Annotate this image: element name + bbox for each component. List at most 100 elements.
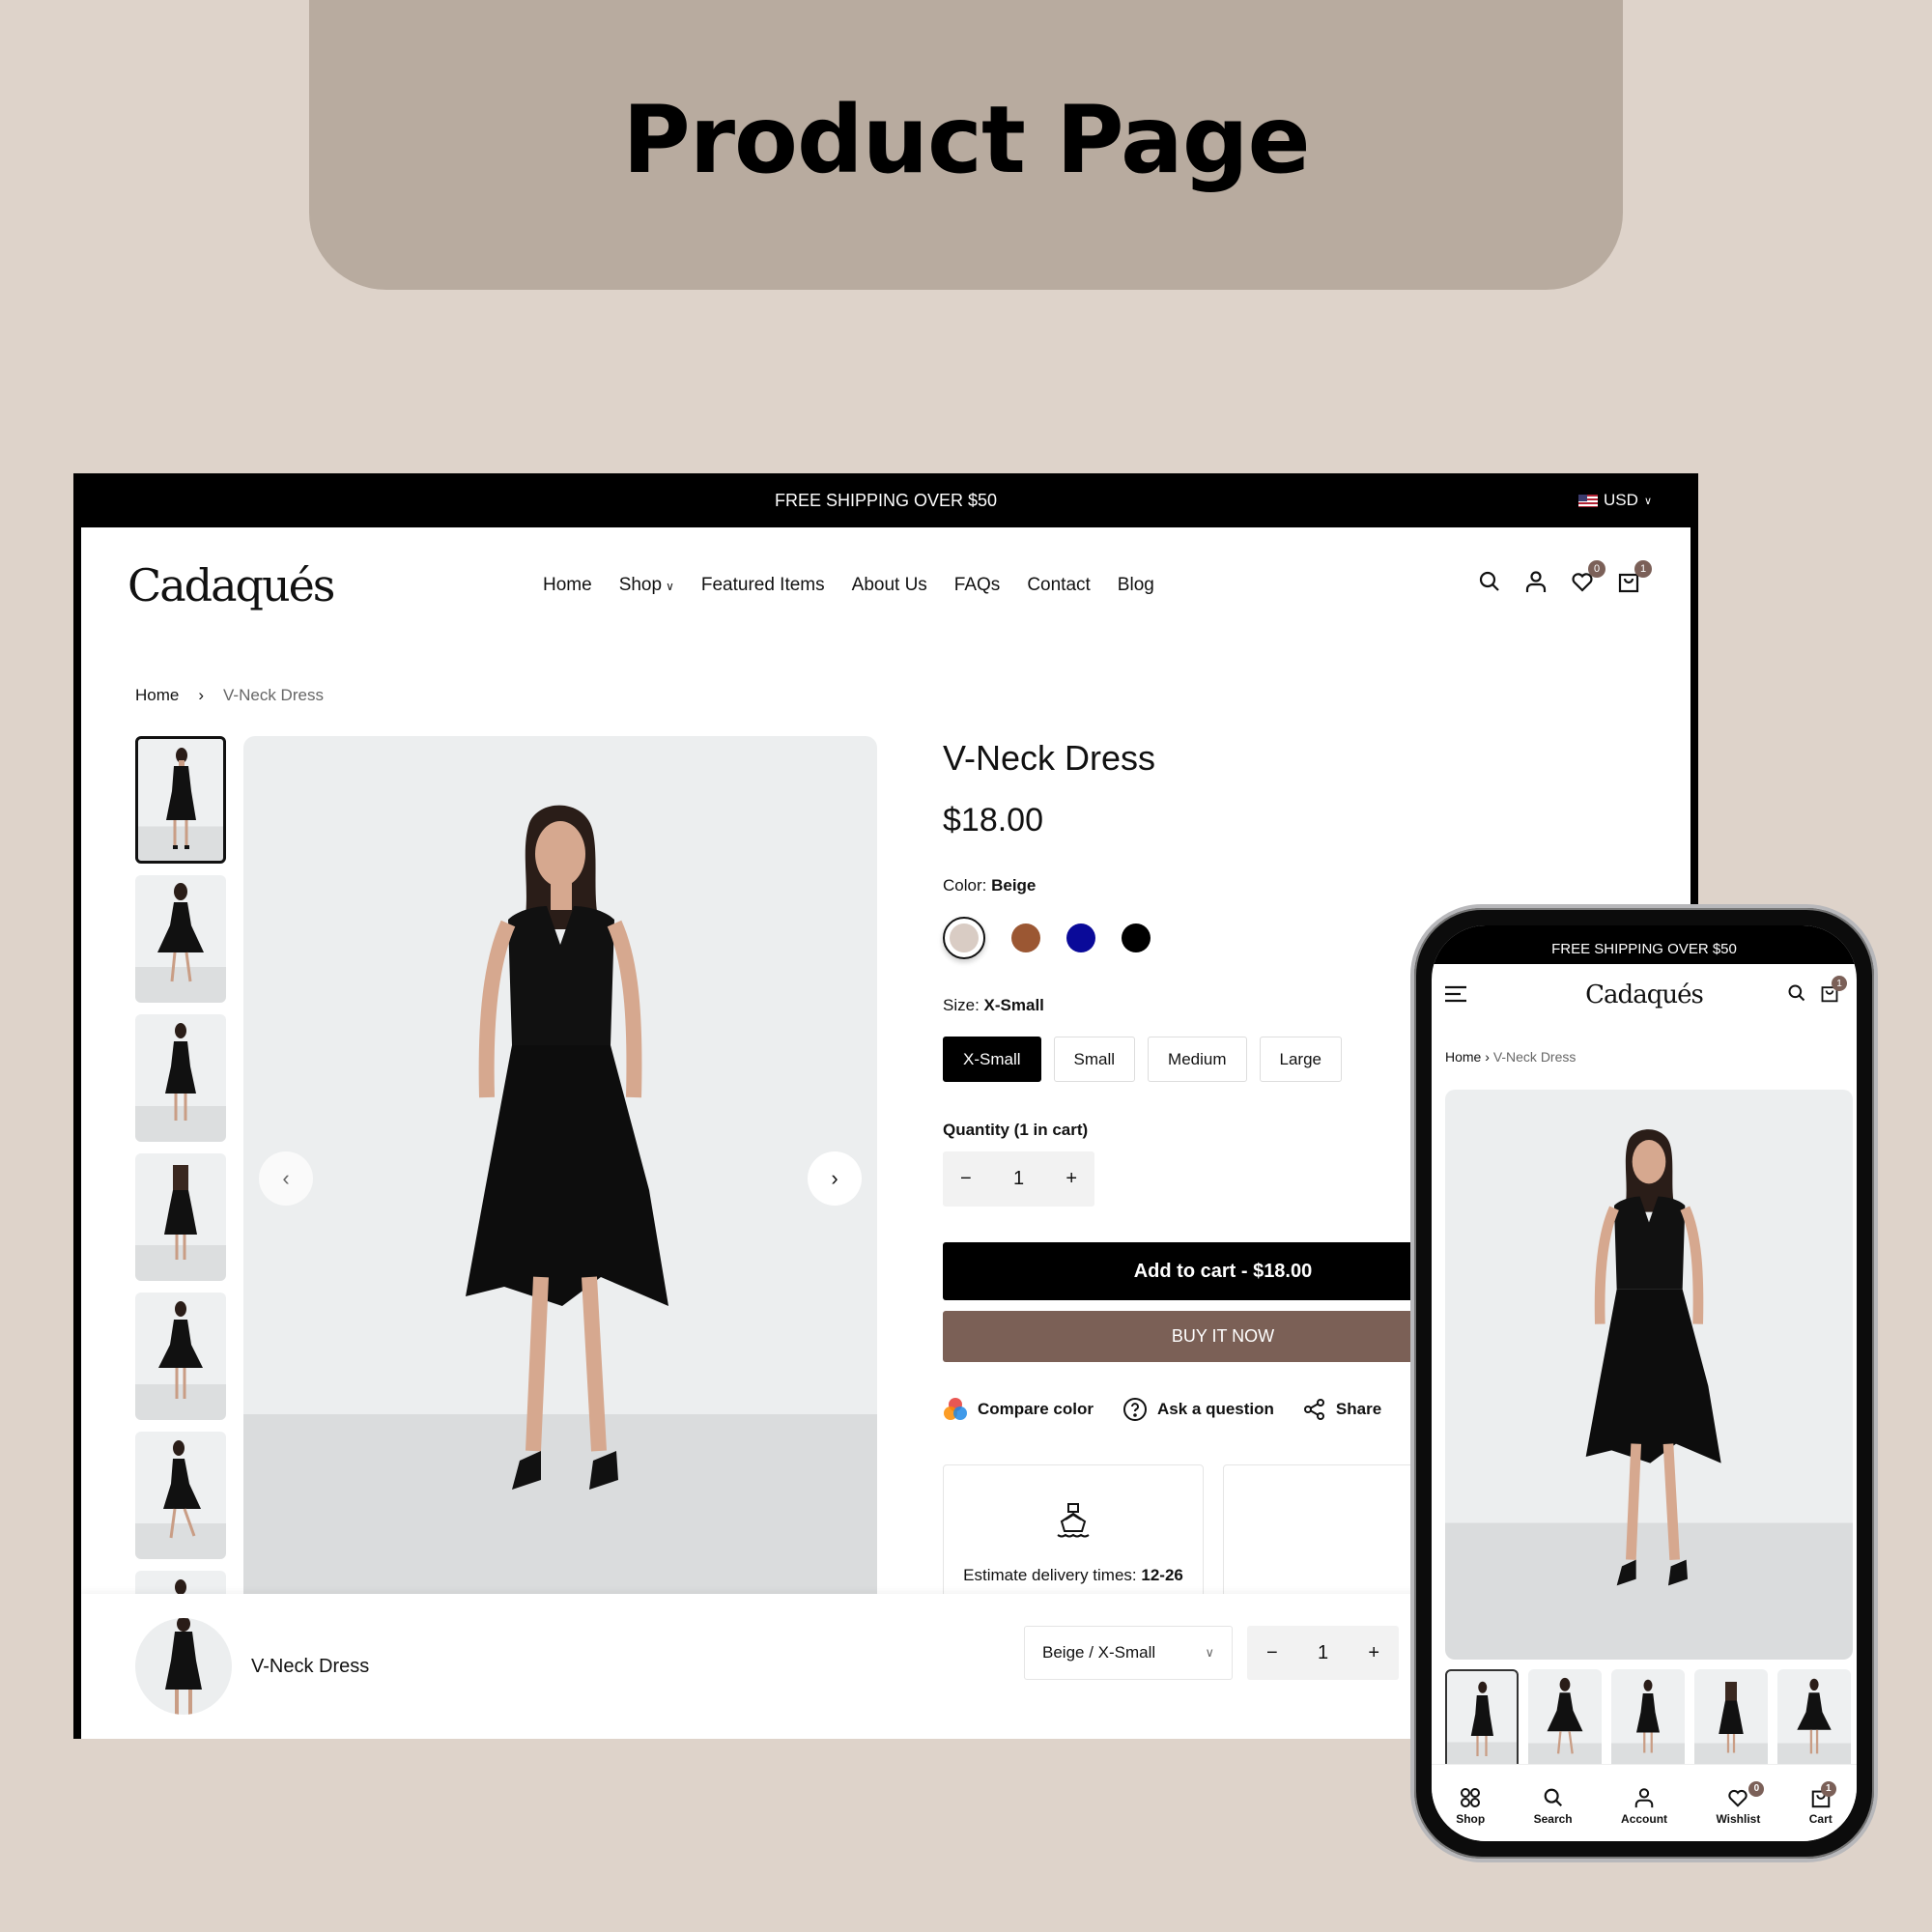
breadcrumb-home[interactable]: Home [135,686,179,705]
variant-select[interactable]: Beige / X-Small ∨ [1024,1626,1233,1680]
increase-quantity-button[interactable]: + [1065,1168,1077,1190]
swatch-brown[interactable] [1011,923,1040,952]
search-icon[interactable] [1787,983,1806,1008]
share-icon [1303,1399,1324,1420]
nav-home[interactable]: Home [543,575,592,596]
mobile-header-icons: 1 [1787,976,1847,1008]
decrease-quantity-button[interactable]: − [960,1168,972,1190]
variant-value: Beige / X-Small [1042,1643,1156,1662]
tab-wishlist-label: Wishlist [1716,1811,1761,1826]
increase-quantity-button[interactable]: + [1368,1642,1379,1664]
logo[interactable]: Cadaqués [128,559,543,611]
mobile-device: FREE SHIPPING OVER $50 Cadaqués 1 Home ›… [1410,904,1878,1862]
tab-shop-label: Shop [1456,1811,1486,1826]
header-icons: 0 1 [1478,560,1652,593]
product-thumbnail[interactable] [135,1293,226,1420]
color-value: Beige [991,876,1037,895]
product-thumbnail[interactable] [135,1014,226,1142]
announcement-bar: FREE SHIPPING OVER $50 USD ∨ [81,473,1690,527]
wishlist-icon[interactable]: 0 [1571,560,1605,593]
breadcrumb-current: V-Neck Dress [1492,1049,1577,1065]
decrease-quantity-button[interactable]: − [1266,1642,1278,1664]
nav-contact[interactable]: Contact [1027,575,1090,596]
size-label-text: Size: [943,996,980,1014]
nav-blog[interactable]: Blog [1118,575,1154,596]
breadcrumb: Home › V-Neck Dress [135,686,324,705]
product-thumbnail[interactable] [1611,1669,1685,1772]
color-swatches [943,917,1484,959]
swatch-beige-fill [950,923,979,952]
tab-cart[interactable]: 1 Cart [1809,1780,1836,1826]
dress-figure-image [165,1023,196,1121]
currency-selector[interactable]: USD ∨ [1578,491,1652,510]
breadcrumb-current: V-Neck Dress [223,686,324,704]
dress-figure-image [166,748,196,849]
prev-image-button[interactable]: ‹ [259,1151,313,1206]
dress-figure-image [1797,1678,1832,1754]
product-thumbnail[interactable] [135,1432,226,1559]
grid-icon [1461,1787,1481,1807]
dress-figure-image [158,1301,203,1399]
product-thumbnail[interactable] [135,1153,226,1281]
swatch-blue[interactable] [1066,923,1095,952]
product-thumbnail[interactable] [135,736,226,864]
swatch-beige[interactable] [943,917,985,959]
cart-icon[interactable]: 1 [1617,560,1652,593]
mobile-thumbnail-gallery [1445,1669,1851,1772]
color-label: Color: Beige [943,876,1484,895]
product-info: V-Neck Dress $18.00 Color: Beige Size: X… [943,736,1503,1658]
size-small[interactable]: Small [1053,1037,1136,1082]
tab-search-label: Search [1533,1811,1573,1826]
swatch-black[interactable] [1122,923,1151,952]
mobile-logo[interactable]: Cadaqués [1585,980,1704,1009]
quantity-stepper: − 1 + [943,1151,1094,1207]
nav-shop-label: Shop [618,575,663,595]
chevron-down-icon: ∨ [666,580,674,593]
chevron-right-icon: › [831,1166,838,1190]
mobile-breadcrumb: Home › V-Neck Dress [1432,1026,1857,1065]
ask-question-button[interactable]: Ask a question [1122,1397,1274,1422]
color-circles-icon [944,1398,967,1420]
size-x-small[interactable]: X-Small [943,1037,1041,1082]
compare-color-button[interactable]: Compare color [943,1397,1094,1422]
product-thumbnail[interactable] [1528,1669,1602,1772]
dress-figure-image [165,1618,202,1715]
product-thumbnail[interactable] [1777,1669,1851,1772]
mobile-main-product-image [1445,1090,1853,1660]
cart-icon[interactable]: 1 [1820,976,1847,1003]
dress-figure-image [164,1165,197,1260]
site-header: Cadaqués Home Shop ∨ Featured Items About… [81,527,1690,643]
wishlist-count-badge: 0 [1748,1780,1765,1797]
question-circle-icon [1122,1398,1147,1421]
nav-shop[interactable]: Shop ∨ [619,575,674,596]
hamburger-menu-icon[interactable] [1445,985,1468,1008]
product-actions: Compare color Ask a question Share [943,1397,1484,1422]
quantity-value[interactable]: 1 [1318,1642,1328,1664]
ask-question-label: Ask a question [1156,1400,1274,1418]
account-icon[interactable] [1524,570,1548,593]
product-price: $18.00 [943,802,1043,838]
next-image-button[interactable]: › [808,1151,862,1206]
nav-faqs[interactable]: FAQs [954,575,1001,596]
quantity-value[interactable]: 1 [1013,1168,1024,1190]
nav-featured-items[interactable]: Featured Items [701,575,825,596]
tab-account-label: Account [1621,1811,1668,1826]
size-medium[interactable]: Medium [1148,1037,1247,1082]
nav-about-us[interactable]: About Us [852,575,927,596]
size-value: X-Small [983,996,1044,1014]
share-button[interactable]: Share [1303,1397,1381,1422]
product-thumbnail[interactable] [135,875,226,1003]
tab-wishlist[interactable]: 0 Wishlist [1716,1780,1765,1826]
product-thumbnail[interactable] [1445,1669,1519,1772]
tab-search[interactable]: Search [1534,1787,1573,1826]
dress-model-image [466,805,668,1490]
mobile-screen: FREE SHIPPING OVER $50 Cadaqués 1 Home ›… [1432,925,1857,1841]
tab-shop[interactable]: Shop [1456,1787,1485,1826]
breadcrumb-home[interactable]: Home [1445,1049,1481,1065]
tab-account[interactable]: Account [1621,1787,1667,1826]
product-thumbnail[interactable] [1694,1669,1768,1772]
breadcrumb-separator: › [198,686,205,704]
size-large[interactable]: Large [1259,1037,1342,1082]
search-icon[interactable] [1478,570,1501,593]
ship-icon [1057,1503,1090,1538]
